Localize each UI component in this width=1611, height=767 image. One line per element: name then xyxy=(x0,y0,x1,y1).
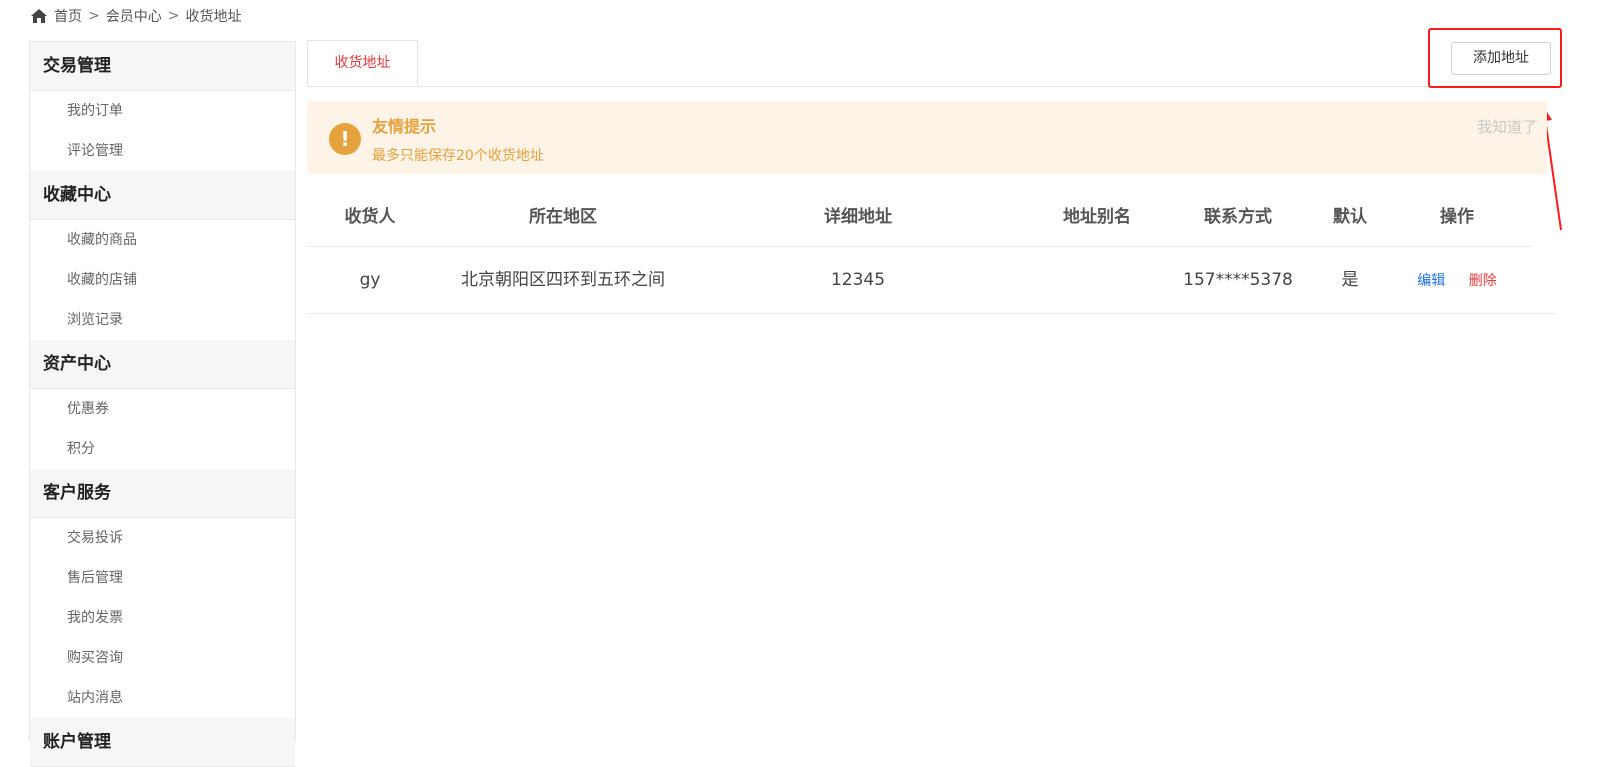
cell-phone: 157****5378 xyxy=(1183,270,1293,290)
sidebar-group-trade: 交易管理 xyxy=(30,42,295,91)
sidebar-item-inquiries[interactable]: 购买咨询 xyxy=(30,638,295,678)
sidebar-item-after-sales[interactable]: 售后管理 xyxy=(30,558,295,598)
breadcrumb-current: 收货地址 xyxy=(185,9,242,25)
sidebar-item-complaints[interactable]: 交易投诉 xyxy=(30,518,295,558)
sidebar-item-points[interactable]: 积分 xyxy=(30,429,295,469)
breadcrumb-separator: > xyxy=(167,8,180,24)
breadcrumb: 首页 > 会员中心 > 收货地址 xyxy=(30,6,241,26)
sidebar-item-messages[interactable]: 站内消息 xyxy=(30,678,295,718)
cell-address: 12345 xyxy=(830,270,886,290)
table-header: 收货人 所在地区 详细地址 地址别名 联系方式 默认 操作 xyxy=(307,188,1531,247)
tab-shipping-address[interactable]: 收货地址 xyxy=(307,40,418,86)
sidebar-item-invoices[interactable]: 我的发票 xyxy=(30,598,295,638)
breadcrumb-member-center[interactable]: 会员中心 xyxy=(106,6,162,26)
sidebar: 交易管理 我的订单 评论管理 收藏中心 收藏的商品 收藏的店铺 浏览记录 资产中… xyxy=(29,41,296,767)
notice-dismiss-button[interactable]: 我知道了 xyxy=(1477,116,1537,137)
notice-description: 最多只能保存20个收货地址 xyxy=(372,148,544,164)
sidebar-item-reviews[interactable]: 评论管理 xyxy=(30,131,295,171)
address-table: 收货人 所在地区 详细地址 地址别名 联系方式 默认 操作 gy 北京朝阳区四环… xyxy=(307,188,1555,314)
cell-actions: 编辑 删除 xyxy=(1417,247,1496,314)
sidebar-group-account: 账户管理 xyxy=(30,718,295,767)
notice-banner: ! 友情提示 最多只能保存20个收货地址 我知道了 xyxy=(307,101,1547,174)
home-icon xyxy=(31,9,47,23)
sidebar-group-favorites: 收藏中心 xyxy=(30,171,295,220)
sidebar-item-browse-history[interactable]: 浏览记录 xyxy=(30,300,295,340)
sidebar-group-assets: 资产中心 xyxy=(30,340,295,389)
table-row: gy 北京朝阳区四环到五环之间 12345 157****5378 是 编辑 删… xyxy=(307,247,1555,314)
tab-bar: 收货地址 xyxy=(307,40,1547,87)
edit-link[interactable]: 编辑 xyxy=(1417,273,1445,289)
breadcrumb-home[interactable]: 首页 xyxy=(54,6,82,26)
sidebar-item-my-orders[interactable]: 我的订单 xyxy=(30,91,295,131)
sidebar-item-favorite-products[interactable]: 收藏的商品 xyxy=(30,220,295,260)
sidebar-item-coupons[interactable]: 优惠券 xyxy=(30,389,295,429)
header-default: 默认 xyxy=(1333,207,1367,227)
header-region: 所在地区 xyxy=(529,207,597,227)
header-alias: 地址别名 xyxy=(1063,207,1131,227)
cell-default: 是 xyxy=(1341,270,1359,290)
header-receiver: 收货人 xyxy=(344,207,396,227)
cell-region: 北京朝阳区四环到五环之间 xyxy=(461,270,665,290)
sidebar-item-favorite-shops[interactable]: 收藏的店铺 xyxy=(30,260,295,300)
delete-link[interactable]: 删除 xyxy=(1469,273,1497,289)
breadcrumb-separator: > xyxy=(88,8,100,24)
header-phone: 联系方式 xyxy=(1204,207,1272,227)
notice-title: 友情提示 xyxy=(372,117,437,136)
sidebar-group-service: 客户服务 xyxy=(30,469,295,518)
header-address: 详细地址 xyxy=(824,207,892,227)
cell-receiver: gy xyxy=(359,270,381,290)
add-address-button[interactable]: 添加地址 xyxy=(1451,42,1551,75)
header-actions: 操作 xyxy=(1440,207,1474,227)
warning-icon: ! xyxy=(329,123,361,155)
